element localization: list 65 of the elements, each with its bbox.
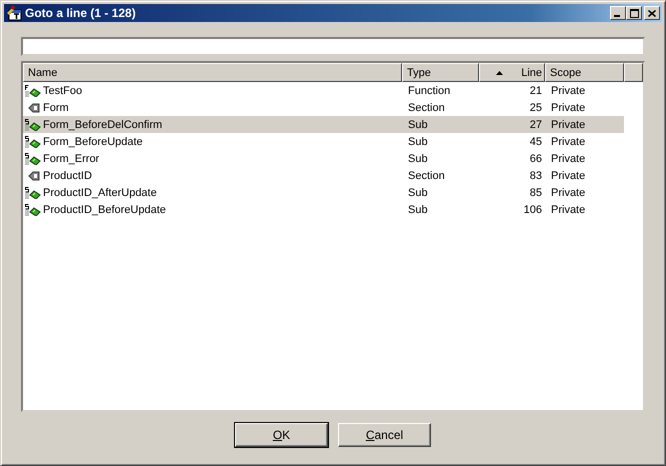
window-title: Goto a line (1 - 128) — [25, 6, 137, 20]
procedure-icon — [25, 84, 41, 96]
app-icon — [6, 5, 22, 21]
list-row[interactable]: TestFoo Function 21 Private — [23, 82, 624, 99]
line-cell: 85 — [530, 186, 542, 198]
list-row[interactable]: Form_BeforeUpdate Sub 45 Private — [23, 133, 624, 150]
dialog-button[interactable]: Cancel — [338, 423, 431, 447]
type-cell: Function — [408, 84, 450, 96]
maximize-button[interactable] — [626, 6, 642, 20]
line-cell: 27 — [530, 118, 542, 130]
line-cell: 21 — [530, 84, 542, 96]
scope-cell: Private — [551, 186, 586, 198]
scope-cell: Private — [551, 136, 586, 148]
minimize-button[interactable] — [610, 6, 626, 20]
procedure-icon — [25, 136, 41, 148]
scope-cell: Private — [551, 204, 586, 216]
column-label: Line — [521, 66, 542, 78]
scope-cell: Private — [551, 102, 586, 114]
list-row[interactable]: Form_BeforeDelConfirm Sub 27 Private — [23, 116, 624, 133]
procedure-icon — [25, 118, 41, 130]
scope-cell: Private — [551, 170, 586, 182]
search-field[interactable] — [21, 37, 645, 56]
name-cell: Form_BeforeUpdate — [43, 136, 143, 148]
column-label: Type — [407, 66, 431, 78]
column-header[interactable]: Type — [402, 63, 479, 82]
sort-arrow-icon — [496, 70, 503, 74]
close-button[interactable] — [644, 6, 660, 20]
line-cell: 25 — [530, 102, 542, 114]
procedure-icon — [25, 152, 41, 164]
column-header[interactable]: Scope — [545, 63, 624, 82]
name-cell: ProductID_AfterUpdate — [43, 186, 157, 198]
list-row[interactable]: Form Section 25 Private — [23, 99, 624, 116]
type-cell: Sub — [408, 118, 428, 130]
name-cell: Form — [43, 102, 69, 114]
column-header[interactable]: Line — [479, 63, 545, 82]
type-cell: Sub — [408, 186, 428, 198]
list-row[interactable]: ProductID Section 83 Private — [23, 167, 624, 184]
scope-cell: Private — [551, 118, 586, 130]
procedure-icon — [25, 186, 41, 198]
list-row[interactable]: ProductID_AfterUpdate Sub 85 Private — [23, 184, 624, 201]
close-icon — [648, 10, 656, 16]
name-cell: Form_Error — [43, 152, 100, 164]
type-cell: Section — [408, 102, 445, 114]
dialog-button[interactable]: OK — [235, 423, 328, 447]
list-row[interactable]: Form_Error Sub 66 Private — [23, 150, 624, 167]
procedure-icon — [25, 204, 41, 216]
type-cell: Sub — [408, 152, 428, 164]
list-row[interactable]: ProductID_BeforeUpdate Sub 106 Private — [23, 201, 624, 218]
name-cell: TestFoo — [43, 84, 82, 96]
type-cell: Section — [408, 170, 445, 182]
name-cell: ProductID — [43, 170, 92, 182]
type-cell: Sub — [408, 204, 428, 216]
scope-cell: Private — [551, 152, 586, 164]
line-cell: 83 — [530, 170, 542, 182]
name-cell: Form_BeforeDelConfirm — [43, 118, 162, 130]
line-cell: 106 — [524, 204, 542, 216]
column-label: Scope — [550, 66, 582, 78]
name-cell: ProductID_BeforeUpdate — [43, 204, 166, 216]
column-label: Name — [28, 66, 58, 78]
scope-cell: Private — [551, 84, 586, 96]
line-cell: 66 — [530, 152, 542, 164]
line-cell: 45 — [530, 136, 542, 148]
maximize-icon — [630, 8, 638, 18]
column-header[interactable]: Name — [23, 63, 402, 82]
type-cell: Sub — [408, 136, 428, 148]
